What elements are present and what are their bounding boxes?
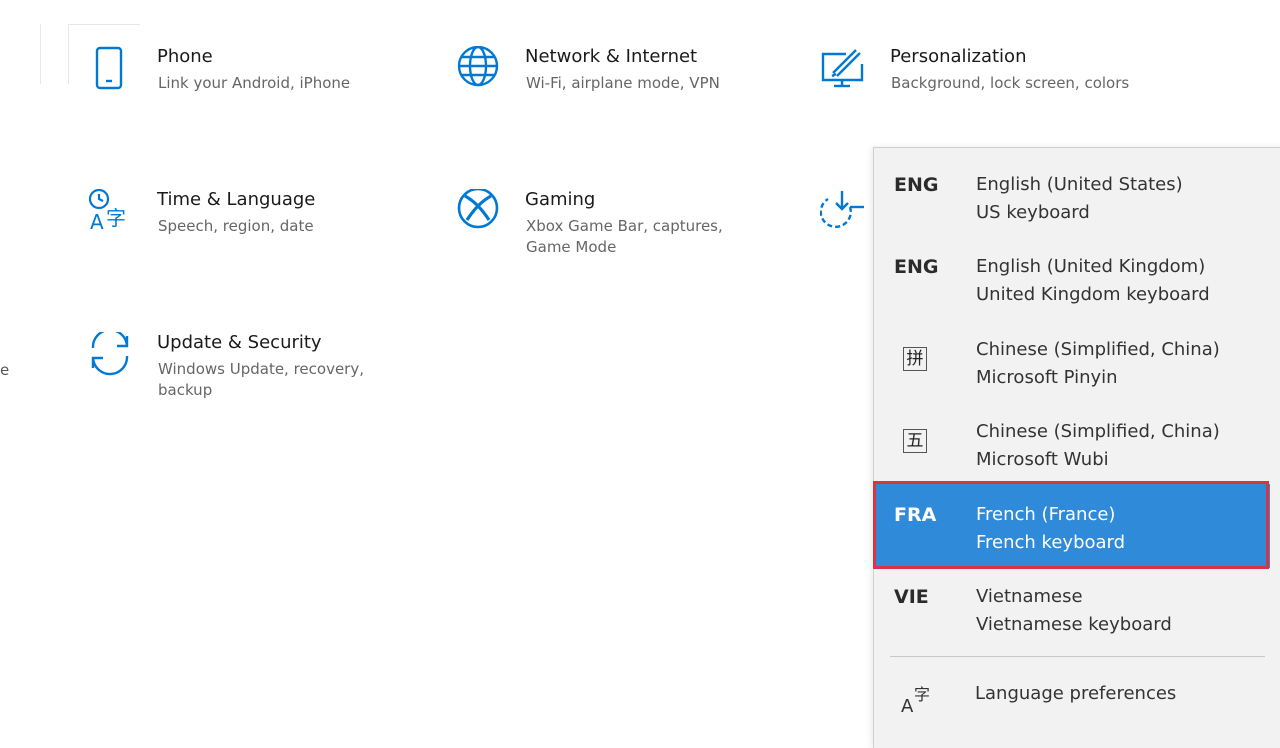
language-code: VIE: [894, 586, 929, 608]
window-edge: [40, 24, 41, 84]
settings-tile-update-security[interactable]: Update & Security Windows Update, recove…: [87, 332, 407, 412]
flyout-divider: [890, 656, 1265, 657]
tile-subtitle: Link your Android, iPhone: [158, 74, 351, 92]
tile-subtitle: Xbox Game Bar, captures, Game Mode: [526, 217, 723, 256]
language-flyout: ENG English (United States) US keyboard …: [873, 147, 1280, 748]
tile-title: Time & Language: [157, 189, 316, 210]
tile-title: Personalization: [890, 46, 1027, 67]
language-name: Chinese (Simplified, China): [976, 339, 1220, 360]
keyboard-name: US keyboard: [976, 202, 1090, 223]
keyboard-name: Microsoft Pinyin: [976, 367, 1118, 388]
svg-text:字: 字: [914, 685, 930, 704]
language-item-chinese-pinyin[interactable]: 拼 Chinese (Simplified, China) Microsoft …: [874, 339, 1270, 421]
svg-text:字: 字: [106, 206, 126, 230]
xbox-icon: [457, 189, 499, 229]
personalization-icon: [821, 49, 864, 88]
update-icon: [91, 332, 129, 376]
settings-tile-partial[interactable]: [820, 189, 872, 235]
svg-text:A: A: [90, 210, 104, 234]
keyboard-name: French keyboard: [976, 532, 1126, 553]
settings-tile-personalization[interactable]: Personalization Background, lock screen,…: [820, 46, 1150, 116]
svg-text:A: A: [901, 696, 914, 714]
settings-tile-phone[interactable]: Phone Link your Android, iPhone: [87, 46, 407, 116]
tile-title: Network & Internet: [525, 46, 698, 67]
tile-title: Update & Security: [157, 332, 322, 353]
language-name: Vietnamese: [976, 586, 1083, 607]
language-code: ENG: [894, 174, 939, 196]
window-edge: [68, 24, 69, 84]
language-name: Chinese (Simplified, China): [976, 421, 1220, 442]
time-language-icon: A 字: [88, 189, 126, 234]
tile-title: Phone: [157, 46, 213, 67]
keyboard-name: Vietnamese keyboard: [976, 614, 1172, 635]
tile-title: Gaming: [525, 189, 596, 210]
language-name: English (United States): [976, 174, 1183, 195]
truncated-text: e: [0, 361, 10, 379]
ease-of-access-icon: [820, 191, 864, 229]
language-item-french[interactable]: FRA French (France) French keyboard: [874, 484, 1270, 568]
keyboard-name: Microsoft Wubi: [976, 449, 1109, 470]
language-item-eng-uk[interactable]: ENG English (United Kingdom) United King…: [874, 256, 1270, 338]
language-item-eng-us[interactable]: ENG English (United States) US keyboard: [874, 174, 1270, 256]
settings-tile-gaming[interactable]: Gaming Xbox Game Bar, captures, Game Mod…: [455, 189, 775, 269]
language-code: FRA: [894, 504, 937, 526]
window-edge: [68, 24, 140, 25]
wubi-ime-icon: 五: [903, 429, 927, 453]
language-name: English (United Kingdom): [976, 256, 1206, 277]
settings-tile-network[interactable]: Network & Internet Wi-Fi, airplane mode,…: [455, 46, 775, 116]
tile-subtitle: Wi-Fi, airplane mode, VPN: [526, 74, 720, 92]
tile-subtitle: Speech, region, date: [158, 217, 314, 235]
language-preferences-link[interactable]: A 字 Language preferences: [873, 665, 1269, 720]
pinyin-ime-icon: 拼: [903, 347, 927, 371]
tile-subtitle: Background, lock screen, colors: [891, 74, 1130, 92]
phone-icon: [95, 46, 123, 90]
language-preferences-label: Language preferences: [975, 683, 1177, 704]
language-icon: A 字: [901, 685, 930, 714]
settings-tile-time-language[interactable]: A 字 Time & Language Speech, region, date: [87, 189, 407, 259]
globe-icon: [457, 46, 499, 87]
language-code: ENG: [894, 256, 939, 278]
keyboard-name: United Kingdom keyboard: [976, 284, 1210, 305]
language-name: French (France): [976, 504, 1116, 525]
tile-subtitle: Windows Update, recovery, backup: [158, 360, 364, 399]
